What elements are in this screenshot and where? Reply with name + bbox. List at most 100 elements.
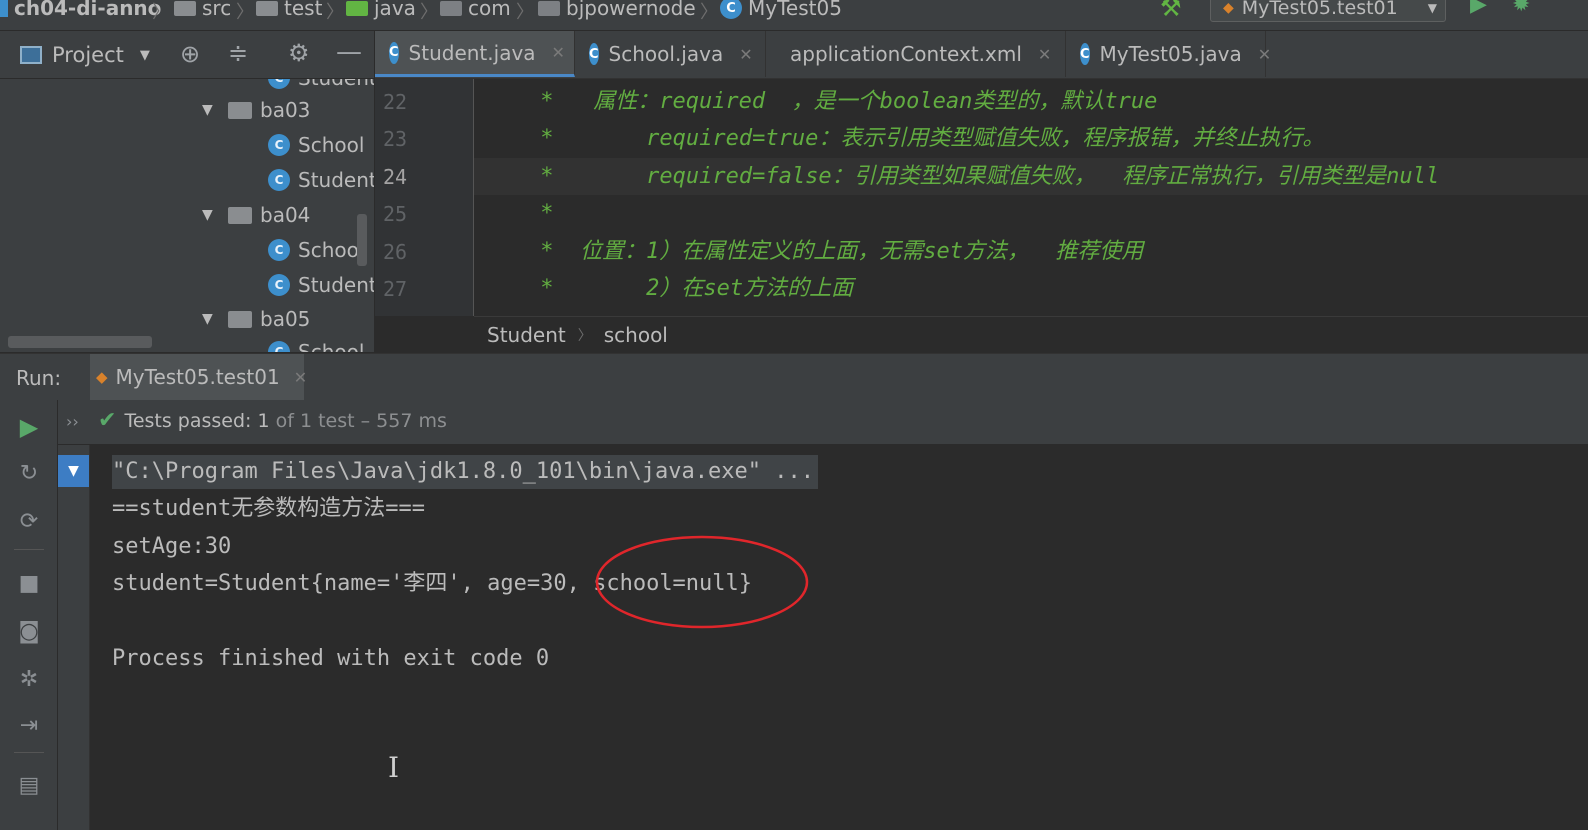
breadcrumb-bjpowernode[interactable]: bjpowernode (538, 0, 696, 20)
expand-tree-icon[interactable]: ›› (66, 412, 79, 431)
expand-arrow-icon[interactable]: ▼ (202, 311, 220, 327)
code-line: * (474, 201, 554, 226)
folder-icon (174, 0, 196, 16)
class-icon: C (268, 169, 290, 191)
project-tree: C Student ▼ ba03 C School C Student ▼ ba… (0, 79, 374, 352)
tree-item-label: Student (298, 168, 374, 192)
chevron-right-icon: 〉 (420, 2, 438, 23)
tree-vertical-scrollbar[interactable] (357, 214, 367, 266)
tree-horizontal-scrollbar[interactable] (8, 336, 152, 348)
crumb-field[interactable]: school (604, 323, 668, 347)
editor-gutter: 22 23 24 25 26 27 (375, 79, 474, 316)
crumb-class[interactable]: Student (487, 323, 566, 347)
tree-item-ba04[interactable]: ▼ ba04 (202, 200, 310, 230)
breadcrumb-label: test (284, 0, 323, 20)
annotation-circle (595, 535, 809, 629)
run-tab-label: MyTest05.test01 (115, 365, 280, 389)
camera-icon[interactable]: ◙ (14, 616, 44, 646)
project-view-selector[interactable]: Project ▼ (20, 41, 150, 69)
tab-mytest05-java[interactable]: C MyTest05.java ✕ (1066, 31, 1271, 77)
close-icon[interactable]: ✕ (1258, 45, 1271, 64)
breadcrumb-src[interactable]: src (174, 0, 231, 20)
chevron-right-icon: 〉 (152, 2, 170, 23)
package-icon (440, 0, 462, 16)
tab-label: applicationContext.xml (790, 42, 1022, 66)
console-line: ==student无参数构造方法=== (112, 496, 425, 521)
breadcrumb-label: ch04-di-anno (14, 0, 162, 20)
tree-item-school[interactable]: C School (268, 235, 364, 265)
console-line: Process finished with exit code 0 (112, 646, 550, 671)
code-line: * 位置：1）在属性定义的上面，无需set方法， 推荐使用 (474, 239, 1144, 264)
close-icon[interactable]: ✕ (739, 45, 752, 64)
close-icon[interactable]: ✕ (294, 368, 307, 387)
toggle-auto-test-icon[interactable]: ⟳ (14, 506, 44, 536)
navigation-bar: ch04-di-anno 〉 src 〉 test 〉 java 〉 com 〉… (0, 0, 1588, 31)
tab-school-java[interactable]: C School.java ✕ (575, 31, 766, 77)
rerun-icon[interactable]: ▶ (14, 412, 44, 442)
breadcrumb-java[interactable]: java (346, 0, 416, 20)
expand-arrow-icon[interactable]: ▼ (202, 207, 220, 223)
test-config-icon: ◆ (96, 368, 108, 386)
tree-item-label: Student (298, 79, 374, 90)
run-toolbar: ▶ ↻ ⟳ ■ ◙ ✲ ⇥ ▤ (0, 400, 58, 830)
tree-item-student[interactable]: C Student (268, 270, 374, 300)
build-hammer-icon[interactable]: ⚒ (1160, 0, 1182, 22)
status-passed-count: 1 (257, 409, 270, 432)
layout-icon[interactable]: ▤ (14, 770, 44, 800)
console-output[interactable]: "C:\Program Files\Java\jdk1.8.0_101\bin\… (90, 445, 1588, 830)
collapse-output-icon[interactable]: ▼ (58, 455, 89, 487)
package-icon (228, 206, 252, 224)
status-duration: – 557 ms (354, 409, 447, 432)
collapse-all-icon[interactable]: ≑ (228, 39, 248, 67)
breadcrumb-label: com (468, 0, 511, 20)
tree-item-label: ba05 (260, 307, 311, 331)
run-icon[interactable]: ▶ (1470, 0, 1487, 17)
stop-icon[interactable]: ■ (14, 568, 44, 598)
code-line: * required=true：表示引用类型赋值失败，程序报错，并终止执行。 (474, 126, 1325, 151)
hide-panel-icon[interactable]: — (336, 37, 362, 67)
export-icon[interactable]: ⇥ (14, 710, 44, 740)
tree-item-label: School (298, 340, 365, 352)
tab-label: Student.java (408, 40, 536, 65)
text-cursor-icon: I (388, 751, 400, 784)
chevron-down-icon: ▼ (139, 47, 150, 63)
toolbar-divider (14, 752, 44, 753)
breadcrumb-module[interactable]: ch04-di-anno (0, 0, 161, 20)
debug-icon[interactable]: ✹ (1512, 0, 1530, 17)
console-gutter: ▼ (58, 445, 90, 830)
package-icon (538, 0, 560, 16)
tree-item-partial[interactable]: C Student (268, 79, 374, 93)
tree-item-label: ba03 (260, 98, 311, 122)
class-icon: C (268, 79, 290, 89)
test-folder-icon (346, 0, 368, 16)
gear-icon[interactable]: ⚙ (288, 39, 310, 67)
code-editor[interactable]: * 属性：required ，是一个boolean类型的，默认true * re… (474, 79, 1588, 316)
tree-item-school[interactable]: C School (268, 130, 364, 160)
tree-item-ba05[interactable]: ▼ ba05 (202, 304, 310, 334)
test-status-bar: ›› ✔ Tests passed: 1 of 1 test – 557 ms (58, 400, 1588, 445)
expand-arrow-icon[interactable]: ▼ (202, 102, 220, 118)
tab-student-java[interactable]: C Student.java ✕ (375, 31, 575, 77)
breadcrumb-test[interactable]: test (256, 0, 322, 20)
breadcrumb-mytest05[interactable]: C MyTest05 (720, 0, 842, 20)
tree-item-ba03[interactable]: ▼ ba03 (202, 95, 310, 125)
breadcrumb-com[interactable]: com (440, 0, 511, 20)
run-tab[interactable]: ◆ MyTest05.test01 ✕ (90, 354, 307, 400)
status-total: of 1 test (269, 409, 355, 432)
tree-item-label: School (298, 133, 365, 157)
class-icon: C (389, 41, 399, 64)
line-number: 24 (383, 165, 408, 189)
tree-item-student[interactable]: C Student (268, 165, 374, 195)
close-icon[interactable]: ✕ (552, 43, 565, 62)
test-result-summary: ✔ Tests passed: 1 of 1 test – 557 ms (98, 408, 447, 433)
close-icon[interactable]: ✕ (1038, 45, 1051, 64)
run-configuration-select[interactable]: ◆ MyTest05.test01 ▼ (1210, 0, 1446, 22)
code-line: * 属性：required ，是一个boolean类型的，默认true (474, 89, 1158, 114)
tree-item-partial[interactable]: C School (268, 337, 364, 352)
tab-applicationcontext-xml[interactable]: applicationContext.xml ✕ (766, 31, 1066, 77)
settings-icon[interactable]: ✲ (14, 664, 44, 694)
tree-item-label: ba04 (260, 203, 311, 227)
code-line-current: * required=false：引用类型如果赋值失败， 程序正常执行，引用类型… (474, 158, 1588, 195)
rerun-failed-icon[interactable]: ↻ (14, 458, 44, 488)
locate-icon[interactable]: ⊕ (180, 40, 200, 68)
